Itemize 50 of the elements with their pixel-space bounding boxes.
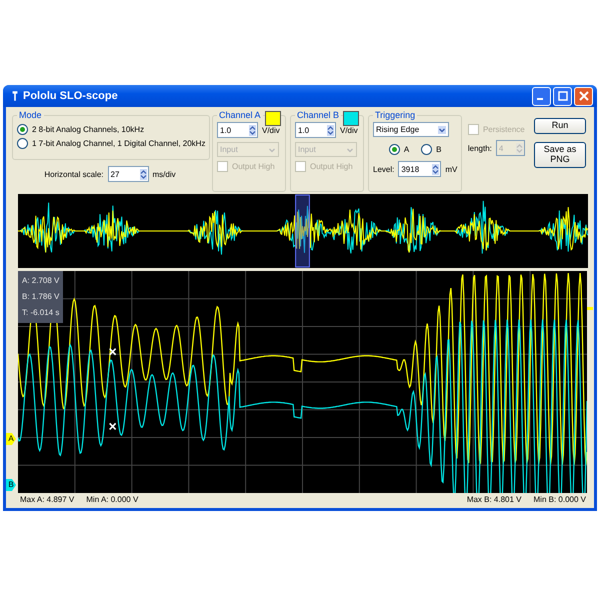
field-label: length:	[468, 144, 492, 152]
edge-dropdown[interactable]: Rising Edge	[373, 122, 449, 137]
group-title: Mode	[18, 110, 43, 120]
unit-label: ms/div	[152, 170, 176, 178]
minimize-button[interactable]	[532, 86, 551, 106]
stat-text: Min A: 0.000 V	[86, 495, 138, 504]
dropdown-arrow-icon	[438, 126, 446, 134]
spin-arrows-icon[interactable]	[140, 168, 146, 180]
radio-option[interactable]: A	[388, 142, 410, 156]
field-label: Level:	[373, 164, 394, 174]
radio-option[interactable]: B	[421, 142, 442, 156]
color-swatch[interactable]	[265, 111, 281, 126]
window-title: Pololu SLO-scope	[23, 90, 119, 102]
cursor-mark	[108, 348, 116, 356]
spin-arrows-icon[interactable]	[249, 124, 256, 136]
readout-text: B: 1.786 V	[22, 291, 60, 303]
readout-text: T: -6.014 s	[22, 307, 60, 319]
volts-spinner[interactable]: 1.0	[295, 122, 336, 138]
field-label: Horizontal scale:	[44, 170, 104, 178]
maximize-button[interactable]	[553, 86, 572, 106]
radio-option[interactable]: 1 7-bit Analog Channel, 1 Digital Channel, 20kHz	[17, 136, 206, 150]
radio-option[interactable]: 2 8-bit Analog Channels, 10kHz	[17, 122, 206, 136]
group-title: Channel A	[218, 110, 262, 120]
close-button[interactable]	[574, 86, 593, 106]
channel-marker[interactable]: A	[6, 433, 16, 445]
maximize-icon	[558, 91, 568, 101]
action-button[interactable]: Run	[534, 118, 586, 134]
view-window[interactable]	[295, 194, 310, 268]
cursor-mark	[108, 422, 116, 430]
probe-icon	[11, 90, 19, 102]
spin-arrows-icon[interactable]	[327, 124, 334, 136]
stat-text: Max B: 4.801 V	[466, 495, 522, 504]
scale-spinner[interactable]: 27	[108, 166, 148, 182]
level-spinner[interactable]: 3918	[398, 161, 442, 177]
stat-text: Min B: 0.000 V	[534, 495, 586, 504]
readout-text: A: 2.708 V	[22, 275, 60, 287]
group-title: Channel B	[296, 110, 340, 120]
color-swatch[interactable]	[343, 111, 359, 126]
unit-label: mV	[445, 164, 458, 174]
minimize-icon	[537, 98, 543, 100]
close-icon	[578, 91, 588, 101]
stat-text: Max A: 4.897 V	[20, 495, 74, 504]
trigger-level-marker[interactable]	[587, 307, 593, 310]
unit-label: V/div	[262, 126, 280, 134]
channel-marker[interactable]: B	[6, 479, 16, 491]
spin-arrows-icon[interactable]	[432, 164, 440, 174]
group-title: Triggering	[374, 110, 416, 120]
action-button[interactable]: Save as PNG	[534, 142, 586, 168]
unit-label: V/div	[340, 126, 358, 134]
volts-spinner[interactable]: 1.0	[217, 122, 258, 138]
